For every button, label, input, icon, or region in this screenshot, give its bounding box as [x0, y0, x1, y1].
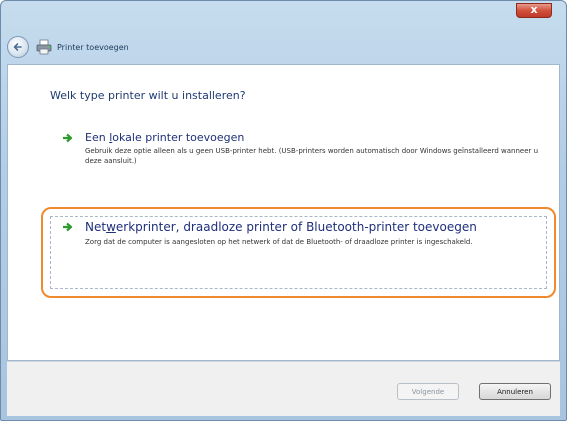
- title-bar: x: [1, 1, 566, 31]
- printer-icon: [36, 39, 52, 55]
- close-button[interactable]: x: [516, 3, 552, 18]
- local-printer-title: Een lokale printer toevoegen: [85, 131, 245, 144]
- back-button[interactable]: [7, 36, 29, 58]
- green-arrow-icon: [63, 222, 73, 232]
- page-heading: Welk type printer wilt u installeren?: [50, 89, 246, 102]
- button-bar: Volgende Annuleren: [7, 361, 560, 416]
- navigation-bar: Printer toevoegen: [7, 33, 560, 61]
- network-printer-description: Zorg dat de computer is aangesloten op h…: [85, 238, 473, 246]
- window-title: Printer toevoegen: [57, 42, 129, 52]
- network-printer-title: Netwerkprinter, draadloze printer of Blu…: [85, 220, 477, 234]
- add-printer-dialog: x Printer toevoegen Welk type printer wi…: [0, 0, 567, 421]
- next-button[interactable]: Volgende: [397, 383, 459, 400]
- close-icon: x: [530, 3, 538, 16]
- back-arrow-icon: [13, 43, 22, 51]
- green-arrow-icon: [63, 133, 73, 143]
- local-printer-description: Gebruik deze optie alleen als u geen USB…: [85, 147, 539, 165]
- cancel-button[interactable]: Annuleren: [479, 383, 551, 400]
- content-panel: Welk type printer wilt u installeren? Ee…: [7, 64, 560, 361]
